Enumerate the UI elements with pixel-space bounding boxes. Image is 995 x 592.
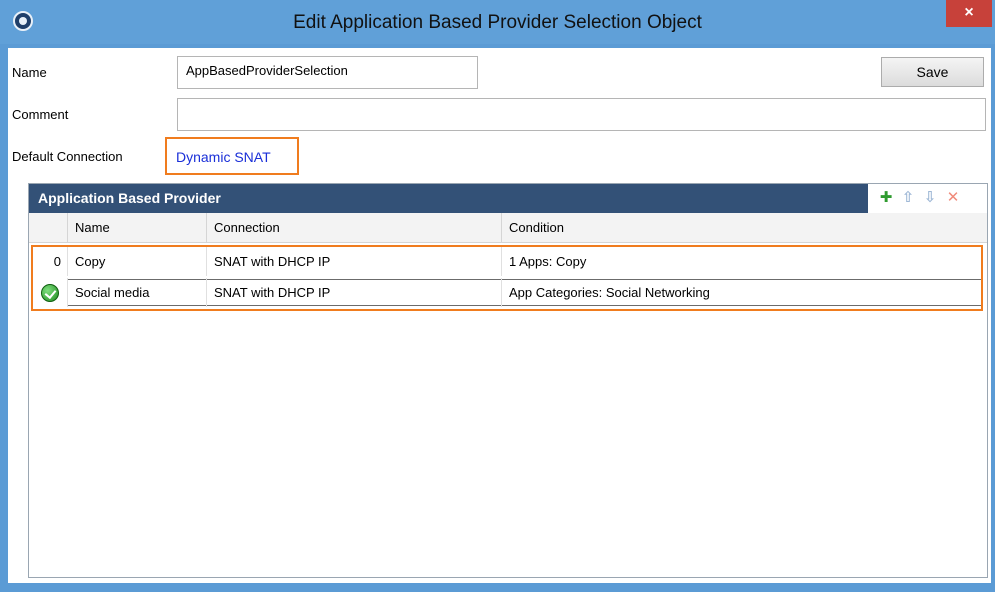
column-header-condition[interactable]: Condition [501, 213, 987, 243]
column-header-row: Name Connection Condition [29, 213, 987, 243]
name-field[interactable]: AppBasedProviderSelection [177, 56, 478, 89]
add-icon[interactable]: ✚ [878, 190, 894, 206]
provider-grid: Application Based Provider ✚ ⇧ ⇩ ✕ Name … [28, 183, 988, 578]
title-bar[interactable]: Edit Application Based Provider Selectio… [0, 0, 995, 44]
delete-icon[interactable]: ✕ [945, 190, 961, 206]
name-label: Name [12, 65, 47, 80]
move-up-icon[interactable]: ⇧ [900, 190, 916, 206]
comment-label: Comment [12, 107, 69, 122]
grid-title: Application Based Provider [29, 184, 868, 213]
column-header-connection[interactable]: Connection [206, 213, 501, 243]
save-button[interactable]: Save [881, 57, 984, 87]
move-down-icon[interactable]: ⇩ [922, 190, 938, 206]
close-button[interactable]: × [946, 0, 992, 27]
dialog-body: Name AppBasedProviderSelection Save Comm… [8, 48, 991, 583]
grid-header: Application Based Provider ✚ ⇧ ⇩ ✕ [29, 184, 987, 213]
window-title: Edit Application Based Provider Selectio… [293, 12, 702, 33]
default-connection-link[interactable]: Dynamic SNAT [176, 149, 271, 165]
column-header-index [29, 213, 67, 243]
comment-field[interactable] [177, 98, 986, 131]
column-header-name[interactable]: Name [67, 213, 206, 243]
default-connection-label: Default Connection [12, 149, 123, 164]
dialog-window: Edit Application Based Provider Selectio… [0, 0, 995, 592]
rows-highlight [31, 245, 983, 311]
